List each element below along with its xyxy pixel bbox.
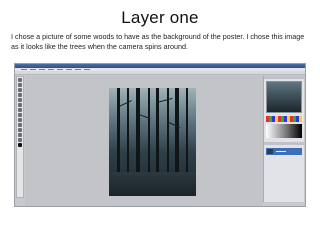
menu-item — [57, 69, 63, 70]
tree-branch — [156, 97, 173, 103]
color-panel — [266, 124, 302, 138]
marquee-tool-icon — [18, 83, 22, 87]
menu-item — [75, 69, 81, 70]
brush-tool-icon — [18, 103, 22, 107]
canvas-area — [25, 76, 263, 206]
stamp-tool-icon — [18, 108, 22, 112]
swatches-panel — [266, 116, 302, 122]
options-bar — [15, 71, 305, 75]
layers-panel-header — [264, 142, 304, 145]
zoom-tool-icon — [18, 138, 22, 142]
foreground-color-icon — [18, 143, 22, 147]
text-tool-icon — [18, 123, 22, 127]
navigator-panel-header — [264, 76, 304, 79]
photoshop-screenshot — [14, 63, 306, 207]
tree-branch — [118, 100, 132, 107]
layer-name — [276, 151, 286, 152]
move-tool-icon — [18, 78, 22, 82]
crop-tool-icon — [18, 98, 22, 102]
lasso-tool-icon — [18, 88, 22, 92]
menu-item — [30, 69, 36, 70]
tools-panel — [16, 76, 24, 198]
slide-body-text: I chose a picture of some woods to have … — [11, 32, 305, 51]
menu-item — [48, 69, 54, 70]
hand-tool-icon — [18, 133, 22, 137]
right-panels — [263, 76, 304, 202]
eraser-tool-icon — [18, 113, 22, 117]
menu-item — [84, 69, 90, 70]
gradient-tool-icon — [18, 118, 22, 122]
layer-thumbnail — [267, 149, 273, 154]
wand-tool-icon — [18, 93, 22, 97]
forest-floor — [109, 172, 196, 196]
pen-tool-icon — [18, 128, 22, 132]
layer-row — [266, 148, 302, 155]
menu-item — [66, 69, 72, 70]
slide-title: Layer one — [121, 8, 199, 27]
menu-item — [39, 69, 45, 70]
menu-item — [21, 69, 27, 70]
forest-photo — [109, 88, 196, 196]
navigator-thumbnail — [266, 81, 302, 113]
